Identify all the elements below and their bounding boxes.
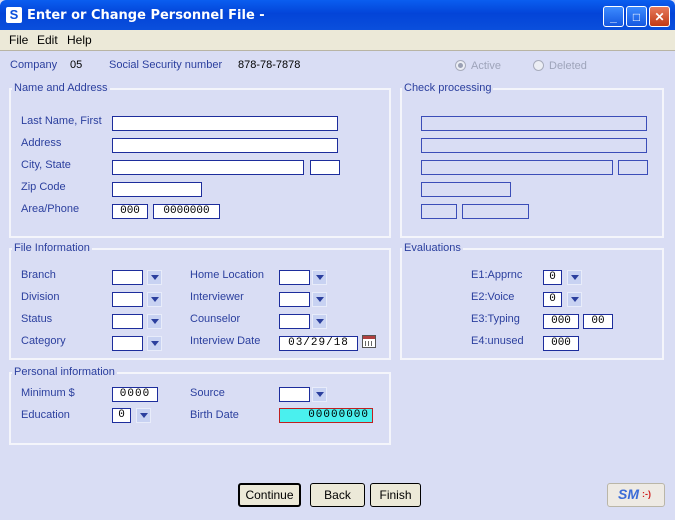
address-input[interactable]: [112, 138, 338, 153]
sm-logo-text: SM: [618, 486, 639, 502]
division-dropdown-icon[interactable]: [147, 292, 162, 307]
company-label: Company: [10, 59, 58, 71]
e1-dropdown-icon[interactable]: [567, 270, 582, 285]
company-value: 05: [70, 59, 83, 71]
personal-info-title: Personal information: [12, 366, 117, 378]
education-input[interactable]: 0: [112, 408, 131, 423]
education-dropdown-icon[interactable]: [136, 408, 151, 423]
check-address-field: [421, 138, 647, 153]
area-code-input[interactable]: 000: [112, 204, 148, 219]
e2-dropdown-icon[interactable]: [567, 292, 582, 307]
interviewer-input[interactable]: [279, 292, 310, 307]
back-button[interactable]: Back: [310, 483, 365, 507]
home-location-input[interactable]: [279, 270, 310, 285]
window-title: Enter or Change Personnel File -: [27, 8, 265, 23]
name-address-title: Name and Address: [12, 82, 110, 94]
minimize-button[interactable]: _: [603, 6, 624, 27]
smiley-icon: :-): [642, 489, 651, 499]
calendar-icon[interactable]: [362, 335, 376, 348]
area-phone-label: Area/Phone: [21, 203, 80, 215]
status-input[interactable]: [112, 314, 143, 329]
evaluations-frame: [400, 248, 664, 360]
minimum-label: Minimum $: [21, 387, 75, 399]
home-location-label: Home Location: [190, 269, 264, 281]
category-label: Category: [21, 335, 66, 347]
last-first-input[interactable]: [112, 116, 338, 131]
check-name-field: [421, 116, 647, 131]
city-input[interactable]: [112, 160, 304, 175]
address-label: Address: [21, 137, 62, 149]
branch-input[interactable]: [112, 270, 143, 285]
ssn-value: 878-78-7878: [238, 59, 301, 71]
menu-edit[interactable]: Edit: [37, 33, 58, 47]
division-label: Division: [21, 291, 60, 303]
check-area-field: [421, 204, 457, 219]
counselor-dropdown-icon[interactable]: [312, 314, 327, 329]
check-city-field: [421, 160, 613, 175]
deleted-radio: [533, 60, 544, 71]
e1-label: E1:Apprnc: [471, 269, 523, 281]
menu-help[interactable]: Help: [67, 33, 92, 47]
e1-input[interactable]: 0: [543, 270, 562, 285]
ssn-label: Social Security number: [109, 59, 223, 71]
file-info-title: File Information: [12, 242, 92, 254]
e3-label: E3:Typing: [471, 313, 520, 325]
check-phone-field: [462, 204, 529, 219]
finish-button[interactable]: Finish: [370, 483, 421, 507]
e2-input[interactable]: 0: [543, 292, 562, 307]
source-input[interactable]: [279, 387, 310, 402]
zip-label: Zip Code: [21, 181, 66, 193]
education-label: Education: [21, 409, 70, 421]
check-zip-field: [421, 182, 511, 197]
interviewer-dropdown-icon[interactable]: [312, 292, 327, 307]
e3-input-b[interactable]: 00: [583, 314, 613, 329]
e3-input-a[interactable]: 000: [543, 314, 579, 329]
birth-date-input[interactable]: 00000000: [279, 408, 373, 423]
e2-label: E2:Voice: [471, 291, 515, 303]
active-radio: [455, 60, 466, 71]
branch-label: Branch: [21, 269, 56, 281]
menu-bar: [0, 30, 675, 51]
menu-file[interactable]: File: [9, 33, 28, 47]
birth-date-label: Birth Date: [190, 409, 239, 421]
branch-dropdown-icon[interactable]: [147, 270, 162, 285]
counselor-label: Counselor: [190, 313, 241, 325]
active-radio-label: Active: [471, 60, 501, 72]
interview-date-input[interactable]: 03/29/18: [279, 336, 358, 351]
check-state-field: [618, 160, 648, 175]
app-icon: S: [6, 7, 22, 23]
e4-input[interactable]: 000: [543, 336, 579, 351]
status-dropdown-icon[interactable]: [147, 314, 162, 329]
source-dropdown-icon[interactable]: [312, 387, 327, 402]
category-input[interactable]: [112, 336, 143, 351]
evaluations-title: Evaluations: [402, 242, 463, 254]
city-state-label: City, State: [21, 159, 71, 171]
last-first-label: Last Name, First: [21, 115, 102, 127]
status-label: Status: [21, 313, 53, 325]
home-location-dropdown-icon[interactable]: [312, 270, 327, 285]
state-input[interactable]: [310, 160, 340, 175]
source-label: Source: [190, 387, 225, 399]
continue-button[interactable]: Continue: [238, 483, 301, 507]
zip-input[interactable]: [112, 182, 202, 197]
minimum-input[interactable]: 0000: [112, 387, 158, 402]
deleted-radio-label: Deleted: [549, 60, 587, 72]
close-button[interactable]: ✕: [649, 6, 670, 27]
interview-date-label: Interview Date: [190, 335, 261, 347]
maximize-button[interactable]: □: [626, 6, 647, 27]
phone-input[interactable]: 0000000: [153, 204, 220, 219]
interviewer-label: Interviewer: [190, 291, 244, 303]
e4-label: E4:unused: [471, 335, 524, 347]
check-processing-title: Check processing: [402, 82, 494, 94]
counselor-input[interactable]: [279, 314, 310, 329]
division-input[interactable]: [112, 292, 143, 307]
category-dropdown-icon[interactable]: [147, 336, 162, 351]
